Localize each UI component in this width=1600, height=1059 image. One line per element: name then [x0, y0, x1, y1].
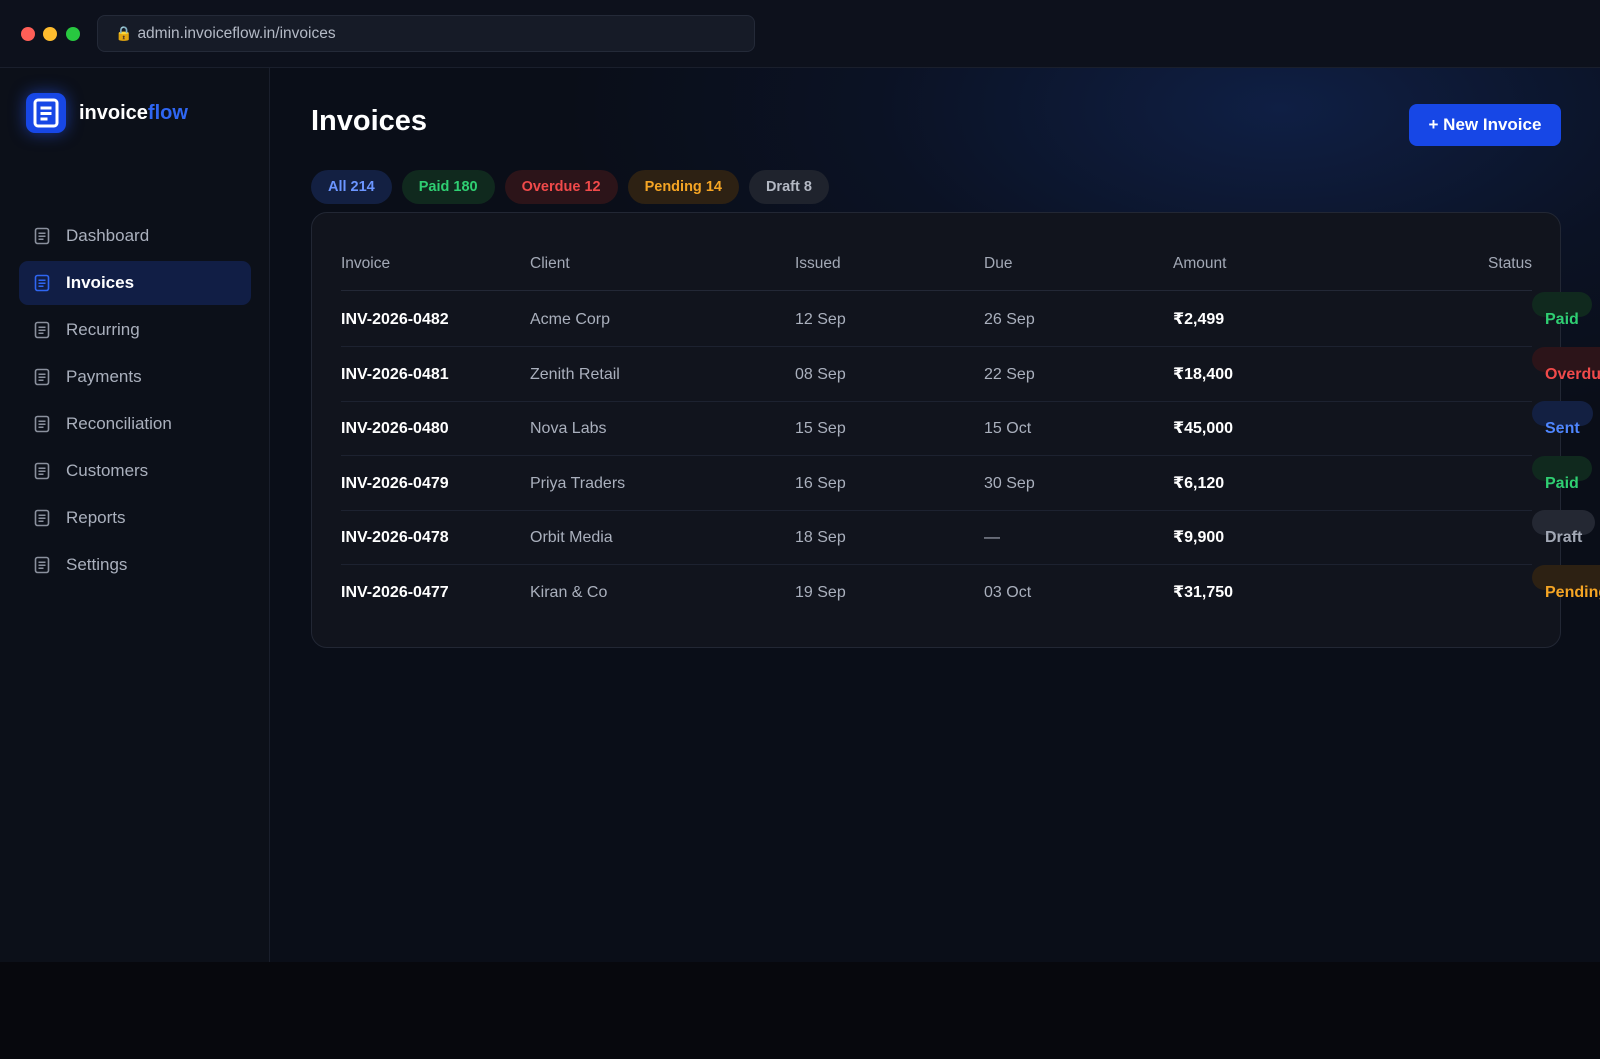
filter-tab-pending[interactable]: Pending 14: [627, 170, 739, 204]
column-header-status[interactable]: Status: [1488, 243, 1532, 285]
main-content: Invoices + New Invoice All 214 Paid 180 Ov…: [270, 68, 1600, 962]
document-icon: [34, 227, 50, 245]
sidebar-item-customers[interactable]: Customers: [19, 449, 251, 493]
logo-icon: [26, 93, 66, 133]
column-header-client[interactable]: Client: [530, 243, 570, 285]
table-header: Invoice Client Issued Due Amount Status: [341, 243, 1532, 291]
amount: ₹31,750: [1173, 583, 1234, 601]
table-row[interactable]: INV-2026-0481 Zenith Retail 08 Sep 22 Sep ₹1…: [341, 346, 1600, 402]
url-text: admin.invoiceflow.in/invoices: [137, 24, 336, 42]
sidebar-item-label: Recurring: [66, 320, 140, 339]
client-name: Orbit Media: [530, 529, 613, 546]
sidebar-item-label: Payments: [66, 367, 142, 386]
amount: ₹2,499: [1173, 311, 1225, 328]
filter-tab-overdue[interactable]: Overdue 12: [504, 170, 618, 204]
issued-date: 19 Sep: [795, 583, 846, 601]
amount: ₹6,120: [1173, 474, 1225, 492]
issued-date: 15 Sep: [795, 420, 846, 437]
status-filter-tabs: All 214 Paid 180 Overdue 12 Pending 14 Draft…: [311, 170, 839, 204]
invoices-table: Invoice Client Issued Due Amount Status …: [311, 212, 1600, 648]
due-date: 26 Sep: [984, 311, 1035, 328]
due-date: 30 Sep: [984, 474, 1035, 492]
window-maximize-button[interactable]: [66, 27, 80, 41]
issued-date: 16 Sep: [795, 474, 846, 492]
due-date: 15 Oct: [984, 420, 1032, 437]
issued-date: 08 Sep: [795, 365, 846, 383]
document-icon: [34, 415, 50, 433]
sidebar: invoiceflow Dashboard Invoices Recurring Pa…: [0, 68, 270, 962]
invoice-number[interactable]: INV-2026-0477: [341, 565, 449, 620]
app-window: invoiceflow Dashboard Invoices Recurring Pa…: [0, 68, 1600, 962]
client-name: Priya Traders: [530, 474, 626, 492]
sidebar-item-label: Invoices: [66, 273, 135, 292]
column-header-amount[interactable]: Amount: [1173, 243, 1226, 285]
invoice-number[interactable]: INV-2026-0480: [341, 401, 449, 456]
issued-date: 18 Sep: [795, 529, 846, 546]
column-header-due[interactable]: Due: [984, 243, 1012, 285]
document-icon: [34, 368, 50, 386]
client-name: Acme Corp: [530, 311, 611, 328]
document-icon: [34, 462, 50, 480]
client-name: Kiran & Co: [530, 583, 608, 601]
due-date: 22 Sep: [984, 365, 1035, 383]
document-icon: [34, 509, 50, 527]
document-icon: [34, 274, 50, 292]
invoice-number[interactable]: INV-2026-0479: [341, 456, 449, 511]
due-date: 03 Oct: [984, 583, 1032, 601]
sidebar-item-dashboard[interactable]: Dashboard: [19, 214, 251, 258]
brand-logo[interactable]: invoiceflow: [26, 93, 188, 133]
column-header-issued[interactable]: Issued: [795, 243, 841, 285]
page-title: Invoices: [311, 105, 428, 137]
sidebar-item-label: Reports: [66, 508, 126, 527]
sidebar-item-label: Customers: [66, 461, 149, 480]
column-header-invoice[interactable]: Invoice: [341, 243, 390, 285]
lock-icon: 🔒: [115, 25, 133, 41]
document-icon: [34, 556, 50, 574]
browser-titlebar: 🔒 admin.invoiceflow.in/invoices: [0, 0, 1600, 68]
table-row[interactable]: INV-2026-0478 Orbit Media 18 Sep — ₹9,900 Dra…: [341, 510, 1596, 565]
table-row[interactable]: INV-2026-0479 Priya Traders 16 Sep 30 Sep ₹6…: [341, 455, 1592, 511]
sidebar-item-label: Settings: [66, 555, 128, 574]
sidebar-item-invoices[interactable]: Invoices: [19, 261, 251, 305]
sidebar-item-reconciliation[interactable]: Reconciliation: [19, 402, 251, 446]
sidebar-item-recurring[interactable]: Recurring: [19, 308, 251, 352]
status-badge: Draft: [1532, 510, 1596, 546]
status-badge: Pending: [1532, 564, 1600, 601]
filter-tab-all[interactable]: All 214: [311, 170, 392, 204]
sidebar-nav: Dashboard Invoices Recurring Payments Reconc…: [19, 214, 251, 590]
filter-tab-paid[interactable]: Paid 180: [401, 170, 495, 204]
new-invoice-button[interactable]: + New Invoice: [1409, 104, 1561, 146]
status-badge: Paid: [1532, 455, 1592, 492]
due-date: —: [984, 529, 1000, 546]
table-row[interactable]: INV-2026-0482 Acme Corp 12 Sep 26 Sep ₹2,499…: [341, 292, 1592, 347]
status-badge: Paid: [1532, 292, 1592, 328]
window-close-button[interactable]: [21, 27, 35, 41]
client-name: Nova Labs: [530, 420, 607, 437]
brand-name: invoiceflow: [79, 101, 188, 124]
sidebar-item-label: Dashboard: [66, 226, 150, 245]
sidebar-item-label: Reconciliation: [66, 414, 172, 433]
invoice-number[interactable]: INV-2026-0481: [341, 347, 449, 402]
status-badge: Overdue: [1532, 346, 1600, 383]
sidebar-item-reports[interactable]: Reports: [19, 496, 251, 540]
amount: ₹45,000: [1173, 420, 1234, 437]
sidebar-item-settings[interactable]: Settings: [19, 543, 251, 587]
table-row[interactable]: INV-2026-0477 Kiran & Co 19 Sep 03 Oct ₹31,7…: [341, 564, 1600, 620]
amount: ₹18,400: [1173, 365, 1234, 383]
client-name: Zenith Retail: [530, 365, 620, 383]
address-bar[interactable]: 🔒 admin.invoiceflow.in/invoices: [97, 15, 755, 52]
issued-date: 12 Sep: [795, 311, 846, 328]
document-icon: [34, 321, 50, 339]
invoice-number[interactable]: INV-2026-0482: [341, 292, 449, 347]
invoice-number[interactable]: INV-2026-0478: [341, 510, 449, 565]
window-minimize-button[interactable]: [43, 27, 57, 41]
status-badge: Sent: [1532, 401, 1593, 437]
amount: ₹9,900: [1173, 529, 1225, 546]
table-row[interactable]: INV-2026-0480 Nova Labs 15 Sep 15 Oct ₹45,00…: [341, 401, 1593, 456]
filter-tab-draft[interactable]: Draft 8: [748, 170, 829, 204]
sidebar-item-payments[interactable]: Payments: [19, 355, 251, 399]
